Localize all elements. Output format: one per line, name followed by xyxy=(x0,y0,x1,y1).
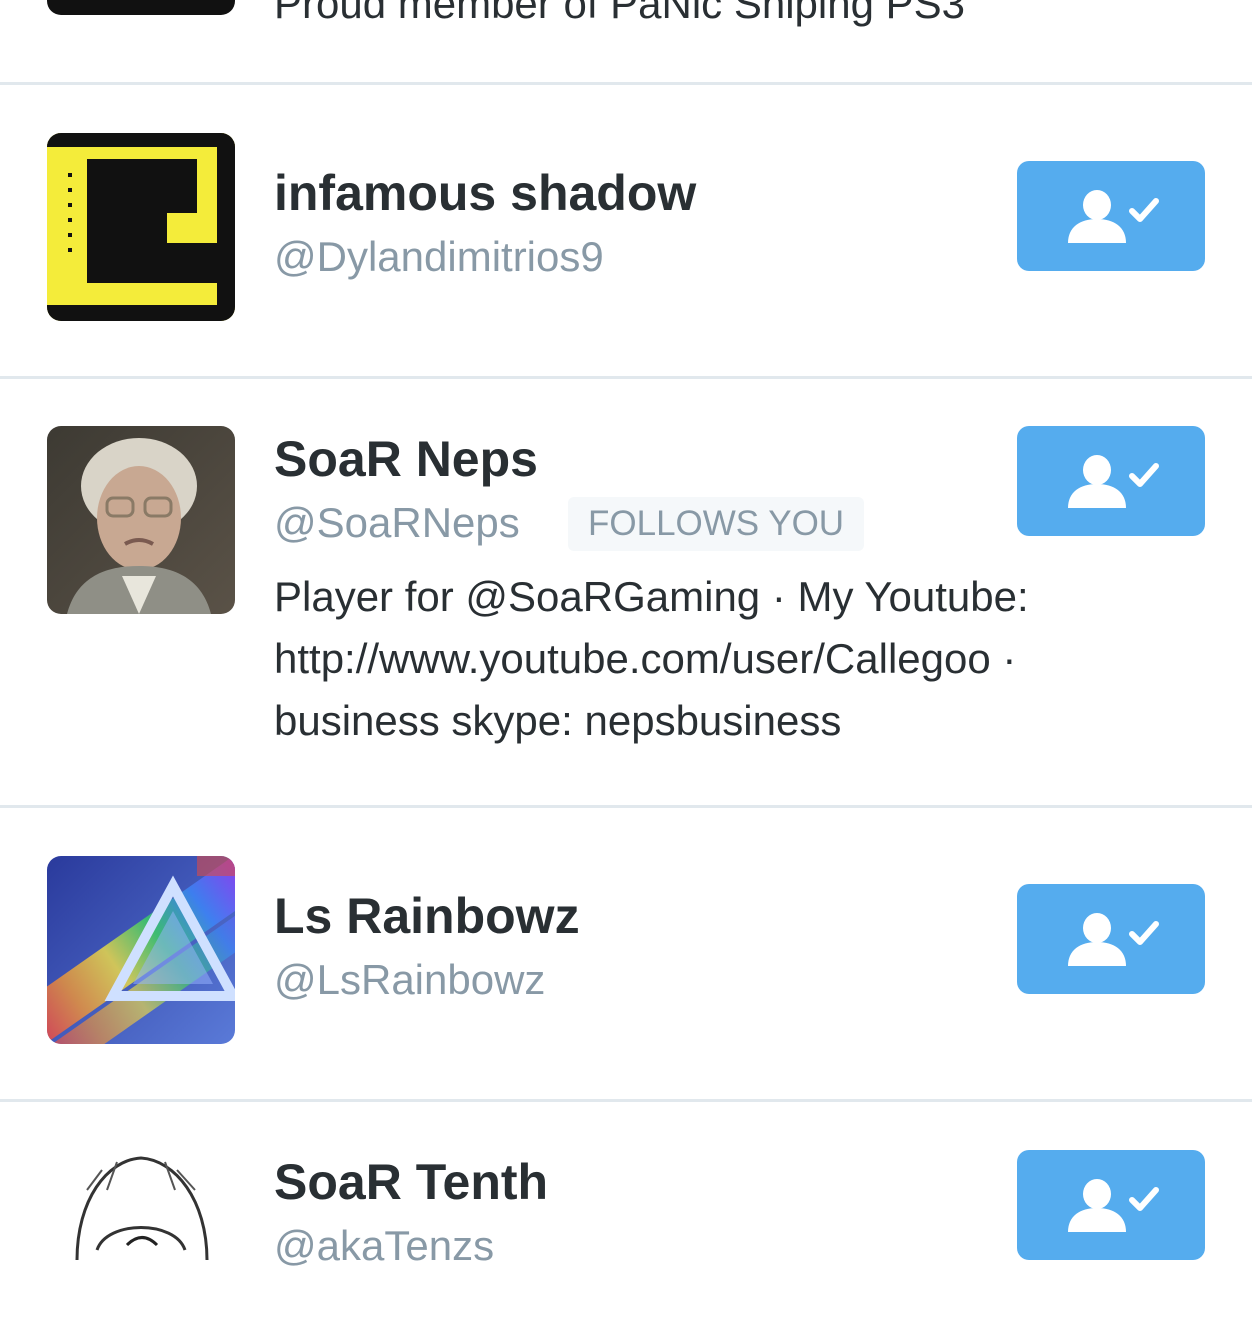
list-item[interactable]: infamous shadow @Dylandimitrios9 xyxy=(0,85,1252,377)
user-list: Proud member of PaNic Sniping PS3 infamo… xyxy=(0,0,1252,1338)
list-item[interactable]: Ls Rainbowz @LsRainbowz xyxy=(0,808,1252,1100)
bio-line: Player for @SoaRGaming · My Youtube: xyxy=(274,573,1029,620)
following-user-check-icon xyxy=(1068,455,1159,508)
following-button[interactable] xyxy=(1017,1150,1205,1260)
avatar[interactable] xyxy=(47,856,235,1044)
follows-you-badge: FOLLOWS YOU xyxy=(568,497,865,551)
avatar[interactable] xyxy=(47,0,235,15)
user-name[interactable]: infamous shadow xyxy=(274,163,696,223)
list-item[interactable]: SoaR Tenth @akaTenzs xyxy=(0,1102,1252,1338)
following-button[interactable] xyxy=(1017,884,1205,994)
list-item[interactable]: SoaR Neps @SoaRNeps FOLLOWS YOU Player f… xyxy=(0,379,1252,807)
bio-line: http://www.youtube.com/user/Callegoo · xyxy=(274,635,1017,682)
following-user-check-icon xyxy=(1068,913,1159,966)
avatar[interactable] xyxy=(47,133,235,321)
user-handle[interactable]: @akaTenzs xyxy=(274,1220,494,1272)
user-bio: Player for @SoaRGaming · My Youtube: htt… xyxy=(274,566,1174,752)
gaming-g-logo-icon xyxy=(47,133,235,321)
user-handle[interactable]: @LsRainbowz xyxy=(274,954,545,1006)
user-name[interactable]: SoaR Neps xyxy=(274,429,538,489)
bio-line: business skype: nepsbusiness xyxy=(274,697,842,744)
following-user-check-icon xyxy=(1068,1179,1159,1232)
user-bio: Proud member of PaNic Sniping PS3 xyxy=(274,0,966,27)
avatar[interactable] xyxy=(47,426,235,614)
following-user-check-icon xyxy=(1068,190,1159,243)
following-button[interactable] xyxy=(1017,426,1205,536)
user-handle[interactable]: @Dylandimitrios9 xyxy=(274,231,604,283)
hooded-figure-sketch-icon xyxy=(47,1150,235,1338)
rainbow-triangle-logo-icon xyxy=(47,856,235,1044)
user-handle[interactable]: @SoaRNeps xyxy=(274,497,520,549)
user-name[interactable]: SoaR Tenth xyxy=(274,1152,548,1212)
following-button[interactable] xyxy=(1017,161,1205,271)
avatar[interactable] xyxy=(47,1150,235,1338)
user-photo-icon xyxy=(47,426,235,614)
user-name[interactable]: Ls Rainbowz xyxy=(274,886,580,946)
list-item[interactable]: Proud member of PaNic Sniping PS3 xyxy=(0,0,1252,84)
